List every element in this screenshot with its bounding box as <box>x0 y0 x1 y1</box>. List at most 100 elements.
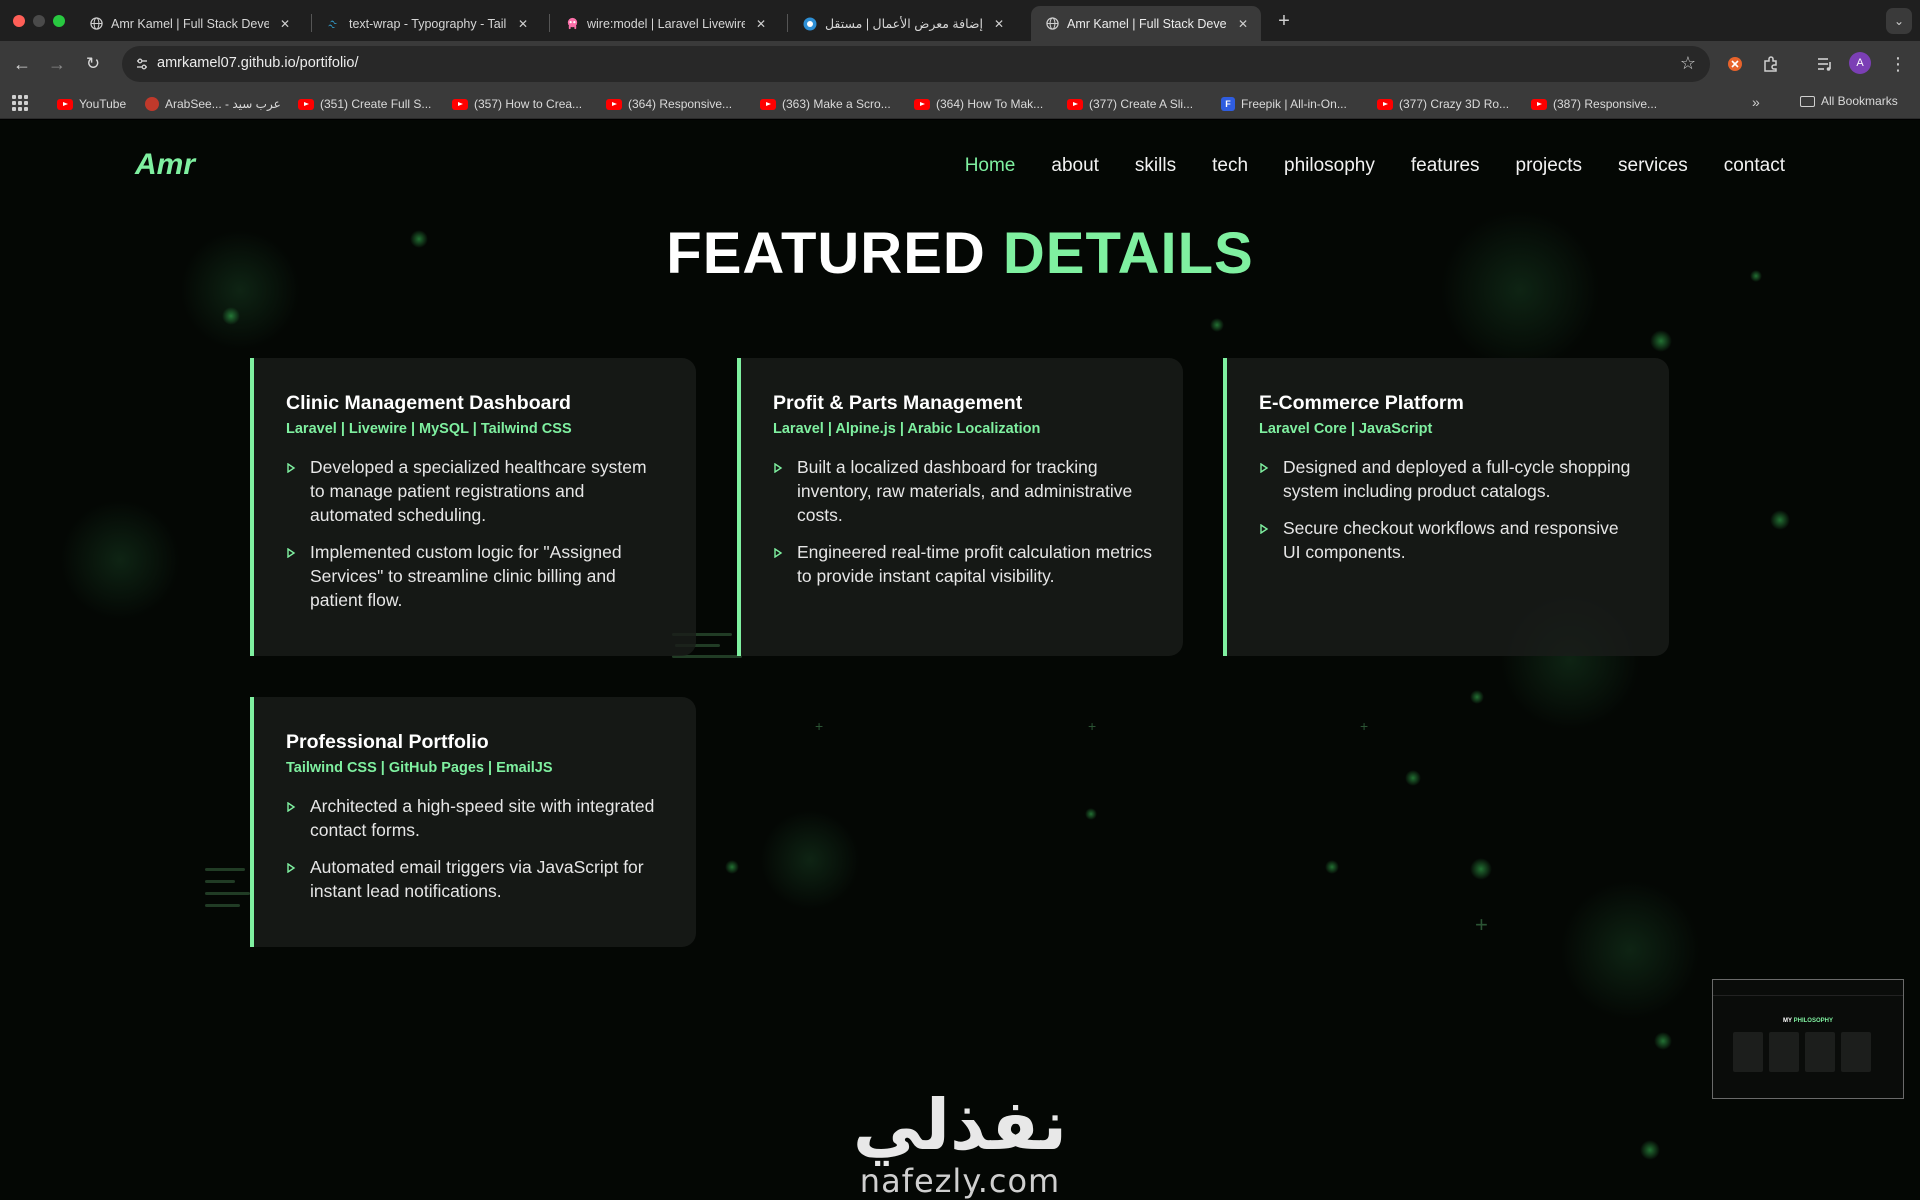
bookmark-item[interactable]: (387) Responsive... <box>1531 94 1657 114</box>
card-title: E-Commerce Platform <box>1259 392 1464 414</box>
card-point: Automated email triggers via JavaScript … <box>286 855 666 903</box>
card-title: Profit & Parts Management <box>773 392 1023 414</box>
nav-link-projects[interactable]: projects <box>1516 155 1583 177</box>
close-tab-icon[interactable]: ✕ <box>753 16 769 32</box>
maximize-window-button[interactable] <box>53 15 65 27</box>
reload-icon[interactable]: ↻ <box>79 50 107 78</box>
browser-tab[interactable]: wire:model | Laravel Livewire ✕ <box>551 6 779 41</box>
browser-toolbar: ← → ↻ amrkamel07.github.io/portifolio/ ☆… <box>0 41 1920 87</box>
nav-link-about[interactable]: about <box>1051 155 1099 177</box>
youtube-icon <box>1531 98 1547 110</box>
triangle-bullet-icon <box>287 863 296 873</box>
tab-strip: Amr Kamel | Full Stack Develo ✕ text-wra… <box>0 0 1920 41</box>
preview-card <box>1841 1032 1871 1072</box>
close-window-button[interactable] <box>13 15 25 27</box>
folder-icon <box>1800 95 1815 107</box>
close-tab-icon[interactable]: ✕ <box>991 16 1007 32</box>
tab-title: إضافة معرض الأعمال | مستقل <box>825 17 983 31</box>
youtube-icon <box>298 98 314 110</box>
card-point: Designed and deployed a full-cycle shopp… <box>1259 455 1639 503</box>
youtube-icon <box>452 98 468 110</box>
card-points: Architected a high-speed site with integ… <box>286 794 666 903</box>
card-points: Built a localized dashboard for tracking… <box>773 455 1153 588</box>
page-preview-thumbnail[interactable]: MY PHILOSOPHY <box>1712 979 1904 1099</box>
card-points: Designed and deployed a full-cycle shopp… <box>1259 455 1639 564</box>
triangle-bullet-icon <box>287 463 296 473</box>
puzzle-extensions-icon[interactable] <box>1759 52 1783 76</box>
site-navbar: Home about skills tech philosophy featur… <box>965 155 1785 177</box>
back-arrow-icon[interactable]: ← <box>8 50 36 78</box>
apps-grid-icon[interactable] <box>12 95 28 111</box>
forward-arrow-icon[interactable]: → <box>43 50 71 78</box>
address-bar[interactable]: amrkamel07.github.io/portifolio/ ☆ <box>122 46 1710 82</box>
extension-icon[interactable] <box>1723 52 1747 76</box>
url-text: amrkamel07.github.io/portifolio/ <box>157 55 359 71</box>
nav-link-philosophy[interactable]: philosophy <box>1284 155 1375 177</box>
freepik-icon: F <box>1221 97 1235 111</box>
bookmark-item[interactable]: (351) Create Full S... <box>298 94 431 114</box>
youtube-icon <box>760 98 776 110</box>
browser-tab[interactable]: text-wrap - Typography - Tail ✕ <box>313 6 541 41</box>
triangle-bullet-icon <box>287 548 296 558</box>
bookmark-item[interactable]: YouTube <box>57 94 126 114</box>
browser-tab-active[interactable]: Amr Kamel | Full Stack Develo ✕ <box>1031 6 1261 41</box>
media-controls-icon[interactable] <box>1813 52 1837 76</box>
close-tab-icon[interactable]: ✕ <box>1235 16 1251 32</box>
menu-kebab-icon[interactable]: ⋮ <box>1886 52 1910 76</box>
card-point: Implemented custom logic for "Assigned S… <box>286 540 666 612</box>
nav-link-tech[interactable]: tech <box>1212 155 1248 177</box>
youtube-icon <box>606 98 622 110</box>
nav-link-home[interactable]: Home <box>965 155 1016 177</box>
feature-card: E-Commerce Platform Laravel Core | JavaS… <box>1223 358 1669 656</box>
browser-tab[interactable]: Amr Kamel | Full Stack Develo ✕ <box>75 6 303 41</box>
site-settings-icon[interactable] <box>134 56 150 72</box>
profile-avatar[interactable]: A <box>1849 52 1871 74</box>
nav-link-contact[interactable]: contact <box>1724 155 1785 177</box>
bookmark-item[interactable]: (364) How To Mak... <box>914 94 1043 114</box>
browser-tab[interactable]: إضافة معرض الأعمال | مستقل ✕ <box>789 6 1017 41</box>
youtube-icon <box>914 98 930 110</box>
nav-link-skills[interactable]: skills <box>1135 155 1176 177</box>
livewire-icon <box>565 17 579 31</box>
preview-card <box>1733 1032 1763 1072</box>
card-point: Engineered real-time profit calculation … <box>773 540 1153 588</box>
bookmark-item[interactable]: (364) Responsive... <box>606 94 732 114</box>
tab-title: Amr Kamel | Full Stack Develo <box>1067 16 1227 31</box>
close-tab-icon[interactable]: ✕ <box>515 16 531 32</box>
bookmarks-overflow-icon[interactable]: » <box>1752 94 1760 110</box>
youtube-icon <box>1067 98 1083 110</box>
card-point: Secure checkout workflows and responsive… <box>1259 516 1639 564</box>
minimize-window-button[interactable] <box>33 15 45 27</box>
watermark-arabic: نفذلي <box>852 1084 1068 1166</box>
bookmark-item[interactable]: (377) Crazy 3D Ro... <box>1377 94 1509 114</box>
bookmark-item[interactable]: (357) How to Crea... <box>452 94 582 114</box>
card-point: Built a localized dashboard for tracking… <box>773 455 1153 527</box>
feature-card: Profit & Parts Management Laravel | Alpi… <box>737 358 1183 656</box>
card-point: Developed a specialized healthcare syste… <box>286 455 666 527</box>
feature-card: Professional Portfolio Tailwind CSS | Gi… <box>250 697 696 947</box>
youtube-icon <box>1377 98 1393 110</box>
bookmark-item[interactable]: ArabSee... - عرب سيد <box>145 94 281 114</box>
card-tech-stack: Laravel | Alpine.js | Arabic Localizatio… <box>773 421 1041 437</box>
bookmark-item[interactable]: F Freepik | All-in-On... <box>1221 94 1347 114</box>
bookmark-star-icon[interactable]: ☆ <box>1680 53 1696 74</box>
close-tab-icon[interactable]: ✕ <box>277 16 293 32</box>
tab-search-icon[interactable]: ⌄ <box>1886 8 1912 34</box>
card-title: Clinic Management Dashboard <box>286 392 571 414</box>
nav-link-services[interactable]: services <box>1618 155 1688 177</box>
bookmark-item[interactable]: (363) Make a Scro... <box>760 94 891 114</box>
all-bookmarks-button[interactable]: All Bookmarks <box>1800 94 1898 108</box>
tab-title: Amr Kamel | Full Stack Develo <box>111 16 269 31</box>
new-tab-button[interactable]: + <box>1271 8 1297 34</box>
mostaql-icon <box>803 17 817 31</box>
site-logo[interactable]: Amr <box>135 148 195 182</box>
tab-title: text-wrap - Typography - Tail <box>349 16 507 31</box>
triangle-bullet-icon <box>774 463 783 473</box>
card-title: Professional Portfolio <box>286 731 489 753</box>
globe-icon <box>89 17 103 31</box>
nav-link-features[interactable]: features <box>1411 155 1480 177</box>
bookmark-item[interactable]: (377) Create A Sli... <box>1067 94 1193 114</box>
section-title: FEATURED DETAILS <box>666 221 1254 286</box>
tab-title: wire:model | Laravel Livewire <box>587 16 745 31</box>
triangle-bullet-icon <box>287 802 296 812</box>
